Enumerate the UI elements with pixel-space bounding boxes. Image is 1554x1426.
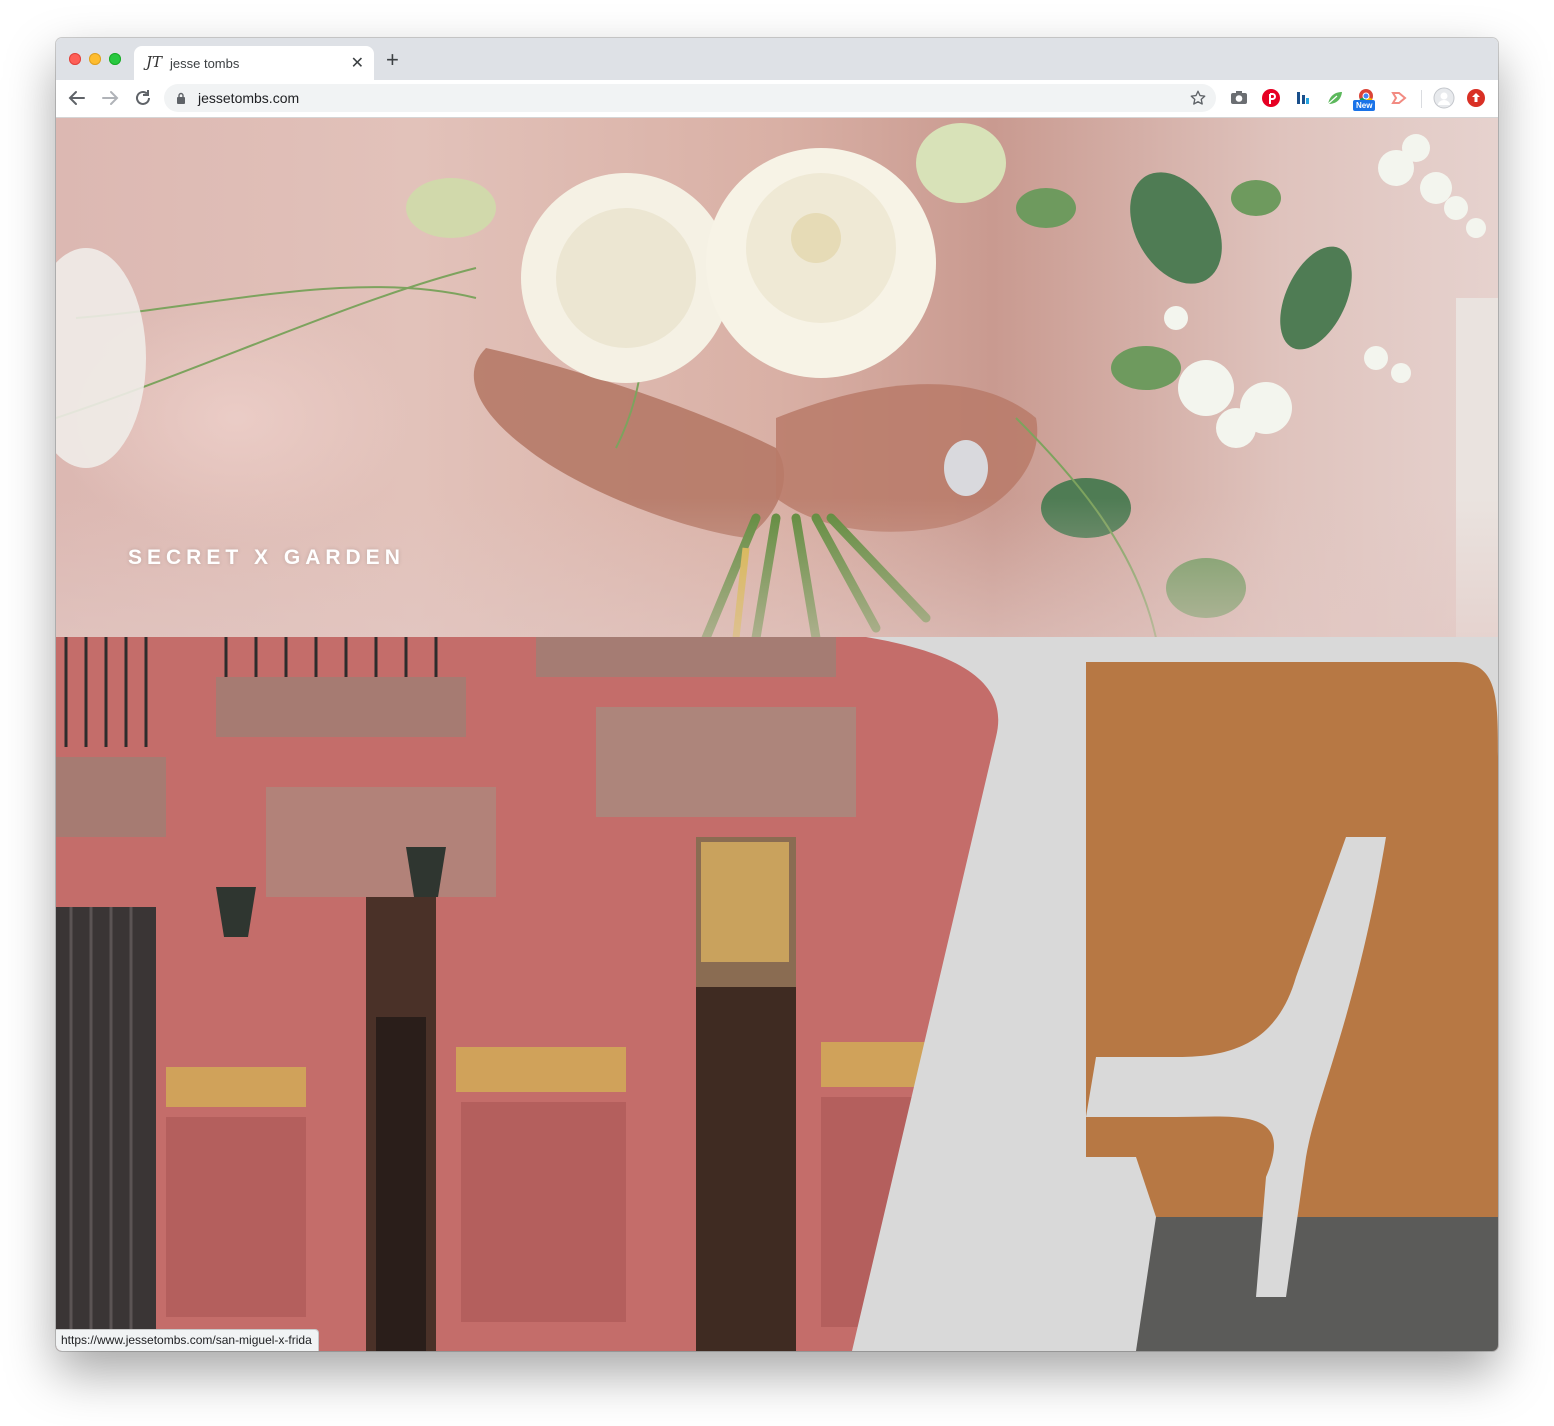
hero-bouquet-image[interactable]: SECRET X GARDEN [56, 118, 1498, 638]
forward-arrow-icon[interactable] [99, 87, 121, 109]
hero-caption-link[interactable]: SECRET X GARDEN [128, 546, 405, 570]
tab-strip: JT jesse tombs ✕ + [56, 38, 1498, 80]
bookmark-star-icon[interactable] [1189, 89, 1207, 107]
chrome-extension-icon[interactable]: New [1353, 88, 1376, 111]
pinterest-icon[interactable] [1261, 88, 1281, 108]
toolbar-divider [1421, 90, 1422, 108]
new-tab-button[interactable]: + [386, 49, 399, 71]
camera-icon[interactable] [1229, 88, 1249, 108]
update-icon[interactable] [1466, 88, 1486, 108]
building-illustration [56, 637, 1498, 1351]
link-status-bar: https://www.jessetombs.com/san-miguel-x-… [56, 1329, 319, 1351]
tab-title: jesse tombs [170, 56, 240, 71]
browser-toolbar: jessetombs.com New [56, 80, 1498, 118]
maximize-window-button[interactable] [109, 53, 121, 65]
url-text: jessetombs.com [198, 90, 300, 106]
back-arrow-icon[interactable] [66, 87, 88, 109]
browser-window: JT jesse tombs ✕ + jessetombs.com New SE… [56, 38, 1498, 1351]
hero-building-image[interactable] [56, 637, 1498, 1351]
close-tab-icon[interactable]: ✕ [351, 53, 364, 73]
analytics-icon[interactable] [1293, 88, 1313, 108]
avatar-icon[interactable] [1433, 87, 1455, 109]
page-content: SECRET X GARDEN https://www.jessetombs.c… [56, 118, 1498, 1351]
tab-jesse-tombs[interactable]: JT jesse tombs ✕ [134, 46, 374, 80]
address-bar[interactable]: jessetombs.com [164, 84, 1216, 112]
reload-icon[interactable] [132, 87, 154, 109]
leaf-icon[interactable] [1325, 88, 1345, 108]
close-window-button[interactable] [69, 53, 81, 65]
new-badge: New [1353, 100, 1376, 111]
share-icon[interactable] [1389, 88, 1409, 108]
site-favicon-icon: JT [146, 53, 163, 71]
minimize-window-button[interactable] [89, 53, 101, 65]
lock-icon [177, 92, 185, 104]
